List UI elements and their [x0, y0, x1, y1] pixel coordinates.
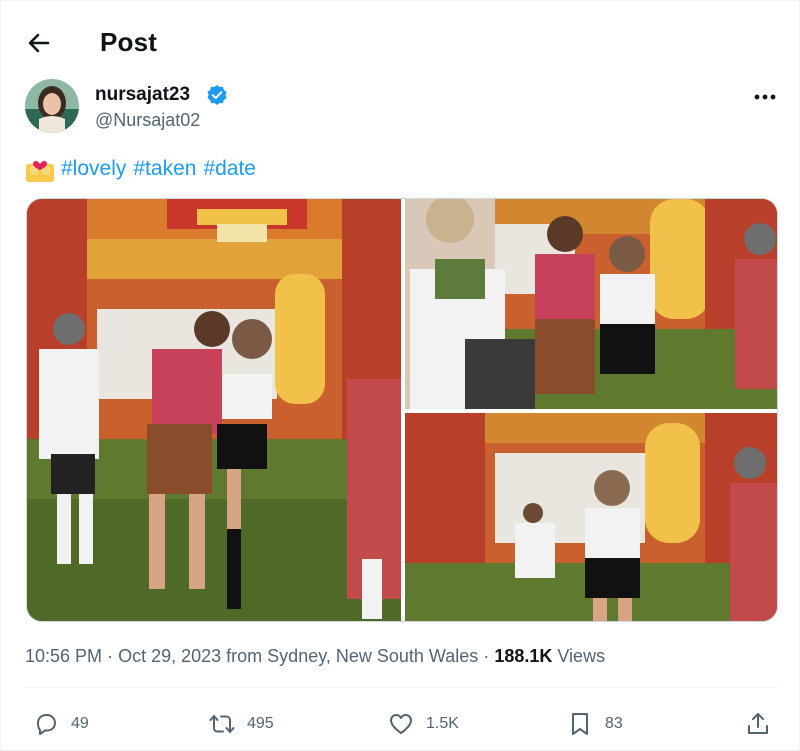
divider — [25, 687, 777, 688]
like-button[interactable]: 1.5K — [388, 709, 459, 739]
bookmark-count: 83 — [605, 715, 623, 732]
post-location: from Sydney, New South Wales — [226, 646, 479, 666]
author-handle[interactable]: @Nursajat02 — [95, 110, 200, 131]
hashtag-link[interactable]: #date — [203, 157, 256, 181]
photo-2-image — [405, 199, 777, 409]
photo-3-image — [405, 413, 777, 621]
meta-separator: · — [483, 646, 490, 666]
repost-icon — [209, 715, 235, 733]
tweet-text: #lovely #taken #date — [25, 153, 263, 185]
avatar[interactable] — [25, 79, 79, 133]
meta-separator: · — [107, 646, 114, 666]
page-title: Post — [100, 27, 158, 57]
post-meta: 10:56 PM · Oct 29, 2023 from Sydney, New… — [25, 646, 605, 667]
more-horizontal-icon — [754, 94, 776, 100]
action-bar: 49 495 1.5K 83 — [1, 701, 800, 745]
photo-bottom-right[interactable] — [405, 413, 777, 621]
more-options-button[interactable] — [751, 87, 779, 107]
share-icon — [748, 713, 768, 734]
post-header: Post — [1, 1, 800, 81]
photo-large-left[interactable] — [27, 199, 401, 621]
reply-count: 49 — [71, 715, 89, 732]
share-button[interactable] — [745, 709, 771, 739]
heart-icon — [390, 714, 412, 734]
arrow-left-icon — [28, 33, 50, 53]
repost-button[interactable]: 495 — [209, 709, 274, 739]
bookmark-icon — [572, 713, 588, 735]
couple-with-heart-emoji-icon — [26, 161, 54, 182]
author-row: nursajat23 @Nursajat02 — [25, 79, 785, 135]
photo-1-image — [27, 199, 401, 621]
post-date[interactable]: Oct 29, 2023 — [118, 646, 221, 666]
hashtag-link[interactable]: #lovely — [61, 157, 126, 181]
reply-icon — [37, 714, 56, 735]
views-label: Views — [557, 646, 606, 666]
media-grid — [26, 198, 778, 622]
verified-badge-icon — [207, 85, 227, 105]
repost-count: 495 — [247, 715, 274, 732]
bookmark-button[interactable]: 83 — [567, 709, 623, 739]
photo-top-right[interactable] — [405, 199, 777, 409]
views-count: 188.1K — [494, 646, 553, 666]
post-time[interactable]: 10:56 PM — [25, 646, 102, 666]
reply-button[interactable]: 49 — [33, 709, 89, 739]
display-name[interactable]: nursajat23 — [95, 84, 190, 106]
avatar-image — [25, 79, 79, 133]
hashtag-link[interactable]: #taken — [133, 157, 196, 181]
back-button[interactable] — [23, 27, 55, 59]
like-count: 1.5K — [426, 715, 459, 732]
post-container: Post nursajat23 @Nursajat02 #lovely #tak… — [0, 0, 800, 751]
